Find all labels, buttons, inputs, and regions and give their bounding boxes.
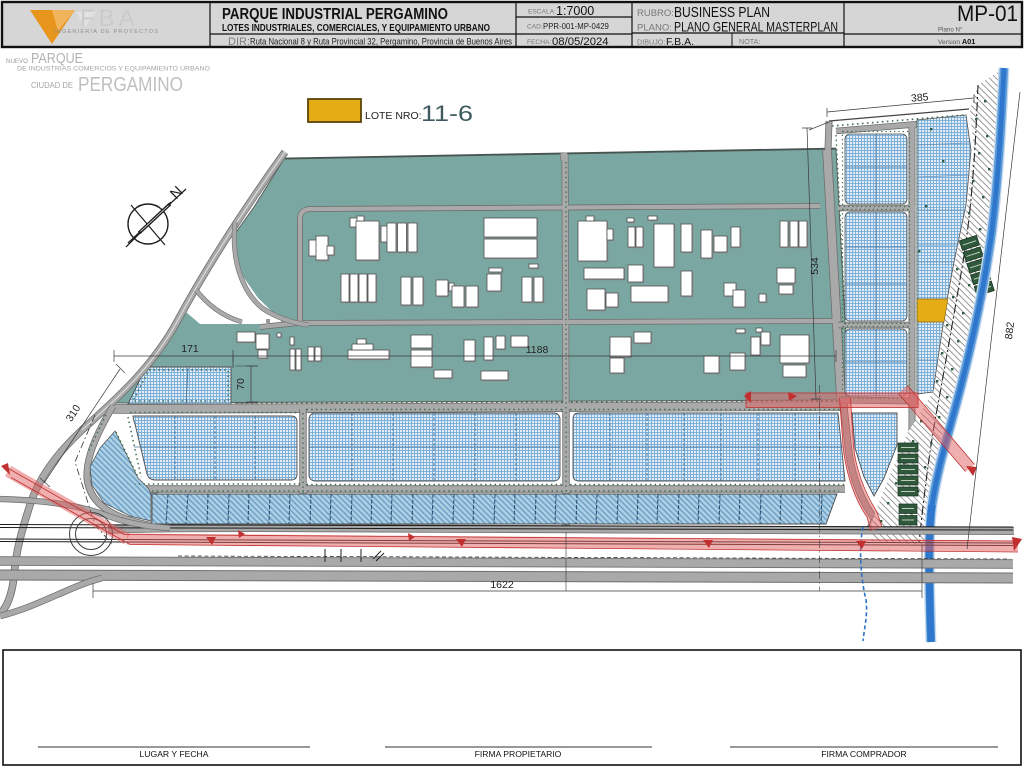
svg-text:11-6: 11-6 [421, 101, 473, 126]
svg-text:CAD:: CAD: [527, 24, 543, 31]
svg-text:LOTES INDUSTRIALES, COMERCIALE: LOTES INDUSTRIALES, COMERCIALES, Y EQUIP… [222, 23, 490, 34]
svg-text:PLANO:: PLANO: [637, 23, 672, 34]
svg-text:INGENIERIA DE PROYECTOS: INGENIERIA DE PROYECTOS [54, 29, 158, 35]
svg-text:1188: 1188 [526, 344, 549, 356]
svg-text:NOTA:: NOTA: [739, 37, 760, 46]
svg-text:534: 534 [809, 257, 821, 275]
svg-text:Plano N°: Plano N° [938, 27, 963, 34]
svg-text:LOTE NRO:: LOTE NRO: [365, 110, 422, 122]
svg-text:F.B.A.: F.B.A. [666, 36, 694, 48]
svg-text:DE INDUSTRIAS COMERCIOS Y EQUI: DE INDUSTRIAS COMERCIOS Y EQUIPAMIENTO U… [17, 66, 210, 73]
svg-text:PERGAMINO: PERGAMINO [78, 74, 183, 96]
svg-text:Version A01: Version A01 [938, 37, 975, 46]
svg-text:PARQUE INDUSTRIAL PERGAMINO: PARQUE INDUSTRIAL PERGAMINO [222, 6, 448, 23]
svg-text:08/05/2024: 08/05/2024 [552, 36, 609, 48]
svg-text:MP-01: MP-01 [957, 1, 1018, 26]
svg-text:PARQUE: PARQUE [31, 50, 83, 67]
svg-text:882: 882 [1003, 321, 1017, 340]
svg-text:RUBRO:: RUBRO: [637, 8, 674, 19]
svg-text:FIRMA PROPIETARIO: FIRMA PROPIETARIO [475, 749, 562, 759]
svg-text:ESCALA:: ESCALA: [528, 9, 556, 16]
svg-text:DIBUJO:: DIBUJO: [637, 38, 665, 47]
svg-text:FIRMA COMPRADOR: FIRMA COMPRADOR [821, 749, 906, 759]
svg-text:FECHA:: FECHA: [527, 39, 551, 46]
svg-text:DIR:: DIR: [228, 36, 250, 48]
svg-text:385: 385 [910, 91, 929, 104]
svg-text:PPR-001-MP-0429: PPR-001-MP-0429 [543, 22, 609, 31]
svg-text:FBA: FBA [80, 5, 139, 32]
svg-text:NUEVO: NUEVO [6, 58, 28, 65]
svg-text:CIUDAD DE: CIUDAD DE [31, 81, 73, 90]
svg-text:PLANO GENERAL MASTERPLAN: PLANO GENERAL MASTERPLAN [674, 19, 838, 35]
svg-text:70: 70 [235, 378, 247, 390]
svg-text:1622: 1622 [490, 579, 514, 591]
svg-text:Ruta Nacional 8 y Ruta Provinc: Ruta Nacional 8 y Ruta Provincial 32, Pe… [250, 37, 512, 47]
svg-text:1:7000: 1:7000 [556, 4, 594, 18]
svg-text:LUGAR Y FECHA: LUGAR Y FECHA [140, 749, 209, 759]
svg-text:171: 171 [181, 343, 199, 355]
